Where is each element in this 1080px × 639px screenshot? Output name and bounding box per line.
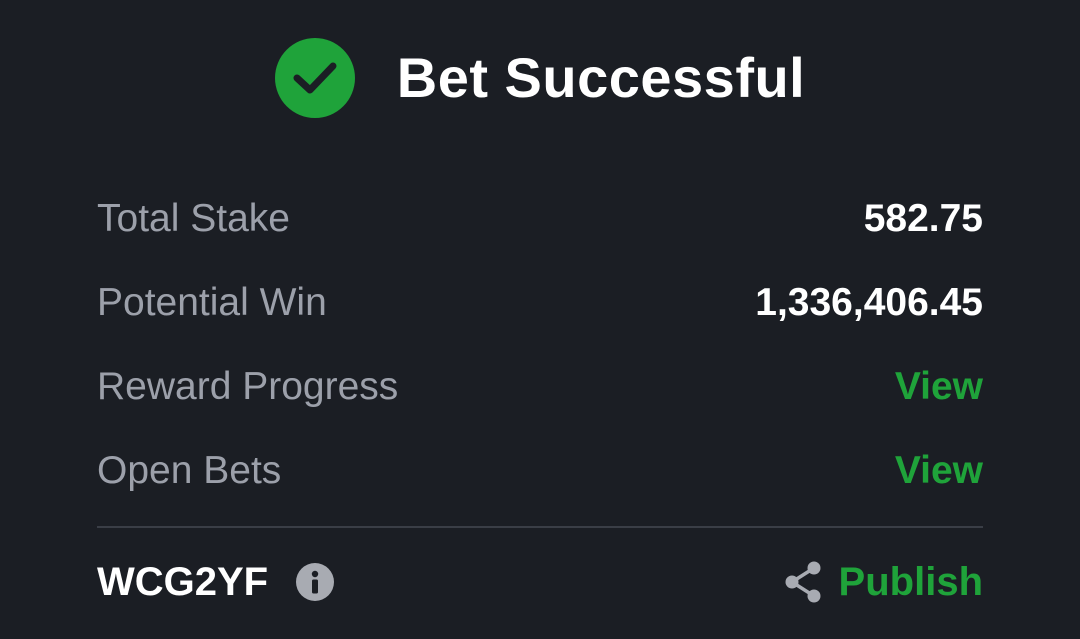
potential-win-row: Potential Win 1,336,406.45 bbox=[97, 260, 983, 344]
reward-progress-label: Reward Progress bbox=[97, 364, 399, 408]
bet-summary: Total Stake 582.75 Potential Win 1,336,4… bbox=[97, 176, 983, 512]
booking-code: WCG2YF bbox=[97, 560, 269, 604]
total-stake-label: Total Stake bbox=[97, 196, 290, 240]
potential-win-value: 1,336,406.45 bbox=[755, 280, 983, 324]
publish-label: Publish bbox=[838, 560, 983, 604]
reward-progress-row: Reward Progress View bbox=[97, 344, 983, 428]
open-bets-view-link[interactable]: View bbox=[895, 451, 983, 490]
potential-win-label: Potential Win bbox=[97, 280, 327, 324]
check-circle-icon bbox=[274, 38, 355, 118]
open-bets-row: Open Bets View bbox=[97, 428, 983, 512]
info-icon[interactable] bbox=[296, 563, 335, 601]
booking-footer: WCG2YF Publish bbox=[97, 552, 983, 612]
success-header: Bet Successful bbox=[0, 36, 1080, 120]
page-title: Bet Successful bbox=[396, 46, 806, 109]
publish-button[interactable]: Publish bbox=[783, 560, 983, 604]
reward-progress-view-link[interactable]: View bbox=[895, 367, 983, 406]
share-icon bbox=[783, 560, 823, 604]
total-stake-row: Total Stake 582.75 bbox=[97, 176, 983, 260]
total-stake-value: 582.75 bbox=[863, 196, 983, 240]
divider bbox=[97, 526, 983, 528]
booking-code-group: WCG2YF bbox=[97, 560, 335, 604]
open-bets-label: Open Bets bbox=[97, 448, 282, 492]
bet-confirmation-screen: Bet Successful Total Stake 582.75 Potent… bbox=[0, 0, 1080, 639]
